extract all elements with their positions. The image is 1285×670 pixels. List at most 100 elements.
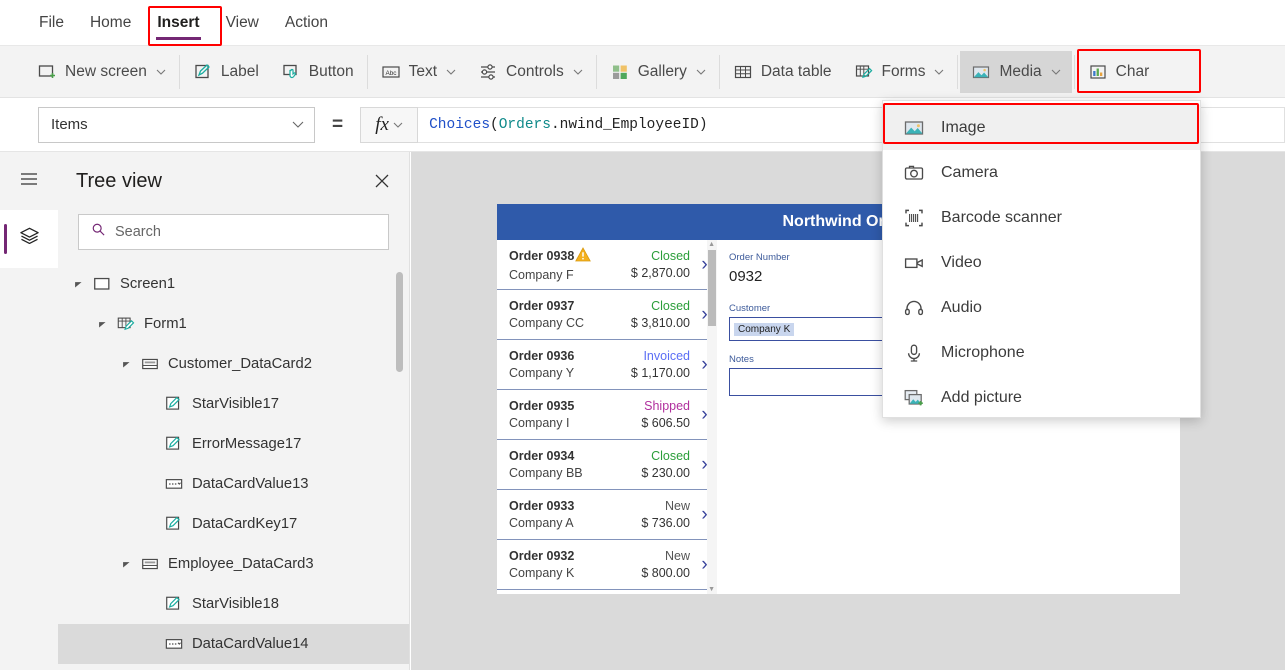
media-menu-item-video[interactable]: Video	[883, 240, 1200, 285]
fx-button[interactable]: fx	[360, 106, 419, 143]
tree-node-starvisible17[interactable]: StarVisible17	[58, 384, 409, 424]
formula-token-source: Orders	[498, 116, 551, 133]
media-label: Media	[999, 62, 1042, 80]
tree-node-datacardvalue13[interactable]: DataCardValue13	[58, 464, 409, 504]
label-button[interactable]: Label	[182, 53, 270, 91]
gallery-item[interactable]: Order 0934 Company BB Closed $ 230.00 ›	[497, 440, 717, 490]
search-icon	[91, 222, 106, 242]
label-pencil-icon	[164, 394, 184, 414]
media-menu-item-audio[interactable]: Audio	[883, 285, 1200, 330]
active-tab-underline	[156, 36, 201, 40]
twisty-expanded-icon[interactable]	[96, 304, 108, 344]
gallery-item-amount: $ 3,810.00	[630, 316, 690, 330]
gallery-item[interactable]: Order 0936 Company Y Invoiced $ 1,170.00 ›	[497, 340, 717, 390]
twisty-expanded-icon[interactable]	[120, 344, 132, 384]
tree-node-starvisible18[interactable]: StarVisible18	[58, 584, 409, 624]
gallery-item-status: Shipped	[644, 399, 690, 413]
gallery-item-amount: $ 800.00	[641, 566, 690, 580]
tree-node-customer_datacard2[interactable]: Customer_DataCard2	[58, 344, 409, 384]
menu-item-file[interactable]: File	[26, 0, 77, 46]
gallery-item-order: Order 0933	[509, 499, 575, 513]
rail-item-tree-view[interactable]	[0, 210, 58, 268]
button-button[interactable]: Button	[270, 53, 365, 91]
gallery-item[interactable]: Order 0932 Company K New $ 800.00 ›	[497, 540, 717, 590]
chevron-down-icon	[446, 69, 456, 75]
tree-node-employee_datacard3[interactable]: Employee_DataCard3	[58, 544, 409, 584]
tree-view-scrollbar[interactable]	[396, 272, 403, 372]
menu-item-label: Action	[284, 13, 328, 31]
gallery-scrollbar[interactable]: ▲ ▼	[707, 240, 717, 594]
new-screen-button[interactable]: New screen	[26, 53, 177, 91]
gallery-item[interactable]: Order 0933 Company A New $ 736.00 ›	[497, 490, 717, 540]
equals-sign: =	[332, 113, 344, 135]
media-menu-item-barcode-scanner[interactable]: Barcode scanner	[883, 195, 1200, 240]
audio-headphones-icon	[903, 297, 925, 319]
gallery-item-status: Invoiced	[643, 349, 690, 363]
media-menu-item-label: Image	[941, 118, 986, 136]
media-button[interactable]: Media	[960, 50, 1072, 93]
gallery-item-right: Closed $ 2,870.00	[631, 249, 690, 280]
gallery-button[interactable]: Gallery	[599, 53, 717, 91]
svg-text:Abc: Abc	[385, 69, 397, 76]
gallery-item[interactable]: Order 0938 Company F Closed $ 2,870.00 ›	[497, 240, 717, 290]
tree-node-datacardvalue14[interactable]: DataCardValue14	[58, 624, 409, 664]
media-menu-item-add-picture[interactable]: Add picture	[883, 375, 1200, 420]
gallery-item-right: New $ 800.00	[641, 549, 690, 580]
gallery-item-company: Company Y	[509, 366, 575, 380]
scroll-up-arrow-icon[interactable]: ▲	[708, 241, 715, 248]
charts-label: Char	[1115, 62, 1150, 80]
tree-node-list: Screen1 Form1 Customer_DataCard2 StarVisibl…	[58, 264, 409, 668]
tree-node-label: StarVisible18	[192, 596, 279, 612]
media-image-icon	[971, 62, 991, 82]
menu-item-label: Insert	[157, 13, 200, 31]
twisty-expanded-icon[interactable]	[72, 264, 84, 304]
media-menu-item-image[interactable]: Image	[883, 105, 1200, 150]
chevron-down-icon	[292, 121, 304, 128]
fx-label: fx	[375, 113, 389, 135]
gallery-item-order-row: Order 0937	[509, 299, 631, 313]
charts-button[interactable]: Char	[1077, 53, 1161, 91]
tree-node-label: Employee_DataCard3	[168, 556, 314, 572]
gallery-item-order-row: Order 0934	[509, 449, 641, 463]
gallery-item-order: Order 0934	[509, 449, 575, 463]
media-menu-item-camera[interactable]: Camera	[883, 150, 1200, 195]
twisty-expanded-icon[interactable]	[120, 544, 132, 584]
gallery-item-status: Closed	[651, 449, 690, 463]
menu-item-view[interactable]: View	[213, 0, 272, 46]
scroll-down-arrow-icon[interactable]: ▼	[708, 586, 715, 593]
search-input[interactable]: Search	[78, 214, 389, 250]
menu-item-action[interactable]: Action	[272, 0, 341, 46]
property-dropdown[interactable]: Items	[38, 106, 315, 143]
controls-button[interactable]: Controls	[467, 53, 594, 91]
tree-node-label: DataCardValue14	[192, 636, 309, 652]
gallery-grid-icon	[610, 62, 630, 82]
tree-node-datacardkey17[interactable]: DataCardKey17	[58, 504, 409, 544]
tree-node-form1[interactable]: Form1	[58, 304, 409, 344]
tree-node-label: DataCardKey17	[192, 516, 298, 532]
close-icon[interactable]	[373, 172, 391, 190]
text-button[interactable]: Abc Text	[370, 53, 467, 91]
gallery-item[interactable]: Order 0935 Company I Shipped $ 606.50 ›	[497, 390, 717, 440]
chevron-down-icon	[393, 122, 403, 128]
menu-item-home[interactable]: Home	[77, 0, 144, 46]
forms-button[interactable]: Forms	[843, 53, 956, 91]
chevron-down-icon	[934, 69, 944, 75]
tree-node-screen1[interactable]: Screen1	[58, 264, 409, 304]
menu-item-insert[interactable]: Insert	[144, 0, 212, 46]
rail-item-menu[interactable]	[0, 152, 58, 210]
button-icon	[281, 62, 301, 82]
gallery-item-amount: $ 606.50	[641, 416, 690, 430]
media-menu-item-microphone[interactable]: Microphone	[883, 330, 1200, 375]
camera-icon	[903, 162, 925, 184]
gallery-item-order: Order 0937	[509, 299, 575, 313]
media-menu-item-label: Barcode scanner	[941, 208, 1062, 226]
data-table-button[interactable]: Data table	[722, 53, 843, 91]
layers-tree-icon	[18, 225, 41, 253]
gallery-item-right: Closed $ 230.00	[641, 449, 690, 480]
gallery-scroll-thumb[interactable]	[708, 250, 716, 326]
tree-node-errormessage17[interactable]: ErrorMessage17	[58, 424, 409, 464]
gallery-item-company: Company A	[509, 516, 574, 530]
label-label: Label	[220, 62, 259, 80]
gallery-item[interactable]: Order 0937 Company CC Closed $ 3,810.00 ›	[497, 290, 717, 340]
menu-item-label: View	[225, 13, 259, 31]
